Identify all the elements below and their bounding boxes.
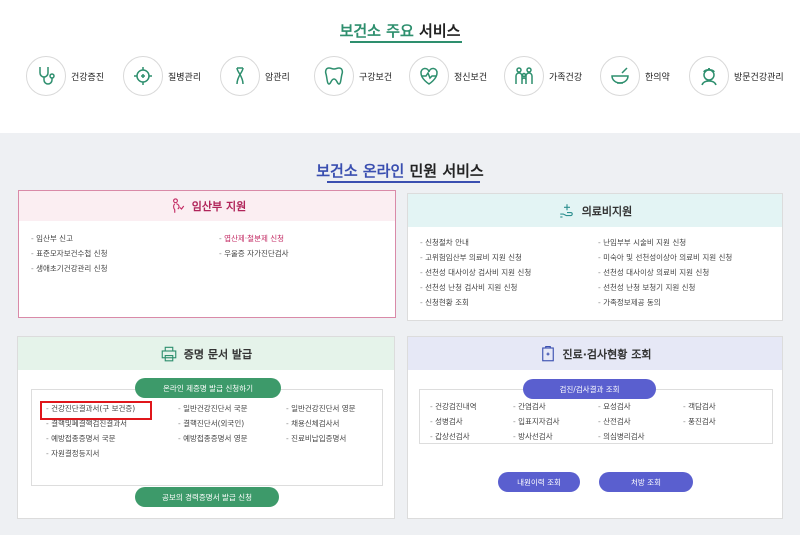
mortar-icon xyxy=(600,56,640,96)
exam-result-lookup-button[interactable]: 검진/검사결과 조회 xyxy=(523,379,656,399)
list-item[interactable]: 엽산제·철분제 신청 xyxy=(219,231,289,246)
service-oriental-medicine[interactable]: 한의약 xyxy=(600,56,670,96)
list-item[interactable]: 의심병리검사 xyxy=(598,429,644,444)
list-item[interactable]: 요성검사 xyxy=(598,399,645,414)
exams-list-col-2: 간염검사 입표지자검사 방사선검사 xyxy=(513,399,560,444)
list-item[interactable]: 선천성 대사이상 의료비 지원 신청 xyxy=(598,265,732,280)
title-underline xyxy=(350,41,462,43)
list-item[interactable]: 건강검진내역 xyxy=(430,399,476,414)
exam-status-card: 진료·검사현황 조회 검진/검사결과 조회 건강검진내역 성병검사 갑상선검사 … xyxy=(407,336,783,519)
list-item[interactable]: 객담검사 xyxy=(683,399,716,414)
service-disease-control[interactable]: 질병관리 xyxy=(123,56,201,96)
list-item[interactable]: 채용신체검사서 xyxy=(286,416,356,431)
online-certificate-apply-button[interactable]: 온라인 제증명 발급 신청하기 xyxy=(135,378,281,398)
highlight-box xyxy=(40,401,152,420)
pregnancy-support-card: 임산부 지원 임산부 신고 표준모자보건수첩 신청 생애초기건강관리 신청 엽산… xyxy=(18,190,396,318)
service-health-promotion[interactable]: 건강증진 xyxy=(26,56,104,96)
service-icon-row: 건강증진 질병관리 암관리 구강보건 정신보건 가족건강 한의약 방문건강관리 xyxy=(26,56,796,96)
certificate-issuance-card: 증명 문서 발급 온라인 제증명 발급 신청하기 건강진단결과서(구 보건증) … xyxy=(17,336,395,519)
nurse-icon xyxy=(689,56,729,96)
exams-card-header: 진료·검사현황 조회 xyxy=(408,337,782,370)
list-item[interactable]: 방사선검사 xyxy=(513,429,560,444)
tooth-icon xyxy=(314,56,354,96)
prescription-lookup-button[interactable]: 처방 조회 xyxy=(599,472,693,492)
list-item[interactable]: 표준모자보건수첩 신청 xyxy=(31,246,107,261)
exams-list-col-3: 요성검사 산전검사 의심병리검사 xyxy=(598,399,645,444)
exams-list-col-1: 건강검진내역 성병검사 갑상선검사 xyxy=(430,399,477,444)
list-item[interactable]: 가족정보제공 동의 xyxy=(598,295,732,310)
documents-list-col-3: 일반건강진단서 영문 채용신체검사서 진료비납입증명서 xyxy=(286,401,356,446)
virus-icon xyxy=(123,56,163,96)
list-item[interactable]: 고위험임산부 의료비 지원 신청 xyxy=(420,250,531,265)
list-item[interactable]: 신청절차 안내 xyxy=(420,235,531,250)
ribbon-icon xyxy=(220,56,260,96)
list-item[interactable]: 일반건강진단서 국문 xyxy=(178,401,247,416)
medical-list-right: 난임부부 시술비 지원 신청 미숙아 및 선천성이상아 의료비 지원 신청 선천… xyxy=(598,235,732,310)
pregnancy-list-left: 임산부 신고 표준모자보건수첩 신청 생애초기건강관리 신청 xyxy=(31,231,107,276)
exams-list-col-4: 객담검사 풍진검사 xyxy=(683,399,716,429)
medical-expense-card: 의료비지원 신청절차 안내 고위험임산부 의료비 지원 신청 선천성 대사이상 … xyxy=(407,193,783,321)
documents-card-title: 증명 문서 발급 xyxy=(183,347,253,361)
pregnancy-card-header: 임산부 지원 xyxy=(19,191,395,221)
printer-icon xyxy=(161,346,177,361)
list-item[interactable]: 예방접종증명서 영문 xyxy=(178,431,247,446)
exams-card-title: 진료·검사현황 조회 xyxy=(562,347,652,361)
list-item[interactable]: 생애초기건강관리 신청 xyxy=(31,261,107,276)
list-item[interactable]: 진료비납입증명서 xyxy=(286,431,356,446)
online-services-title: 보건소 온라인 민원 서비스 xyxy=(0,160,800,183)
service-mental-health[interactable]: 정신보건 xyxy=(409,56,487,96)
list-item[interactable]: 선천성 난청 보청기 지원 신청 xyxy=(598,280,732,295)
list-item[interactable]: 우울증 자가진단검사 xyxy=(219,246,288,261)
documents-card-header: 증명 문서 발급 xyxy=(18,337,394,370)
service-family-health[interactable]: 가족건강 xyxy=(504,56,582,96)
hand-plus-icon xyxy=(559,203,573,218)
visit-history-button[interactable]: 내원이력 조회 xyxy=(498,472,580,492)
family-icon xyxy=(504,56,544,96)
stethoscope-icon xyxy=(26,56,66,96)
list-item[interactable]: 풍진검사 xyxy=(683,414,716,429)
list-item[interactable]: 난임부부 시술비 지원 신청 xyxy=(598,235,732,250)
list-item[interactable]: 선천성 난청 검사비 지원 신청 xyxy=(420,280,531,295)
pregnancy-card-title: 임산부 지원 xyxy=(191,200,247,213)
list-item[interactable]: 임산부 신고 xyxy=(31,231,107,246)
list-item[interactable]: 입표지자검사 xyxy=(513,414,559,429)
main-services-title: 보건소 주요 서비스 xyxy=(0,20,800,43)
list-item[interactable]: 간염검사 xyxy=(513,399,560,414)
list-item[interactable]: 성병검사 xyxy=(430,414,477,429)
list-item[interactable]: 미숙아 및 선천성이상아 의료비 지원 신청 xyxy=(598,250,732,265)
pregnancy-list-right: 엽산제·철분제 신청 우울증 자가진단검사 xyxy=(219,231,289,261)
list-item[interactable]: 결핵진단서(외국인) xyxy=(178,416,248,431)
list-item[interactable]: 선천성 대사이상 검사비 지원 신청 xyxy=(420,265,531,280)
service-cancer-care[interactable]: 암관리 xyxy=(220,56,290,96)
documents-list-col-2: 일반건강진단서 국문 결핵진단서(외국인) 예방접종증명서 영문 xyxy=(178,401,248,446)
clipboard-icon xyxy=(541,345,554,361)
medical-list-left: 신청절차 안내 고위험임산부 의료비 지원 신청 선천성 대사이상 검사비 지원… xyxy=(420,235,531,310)
pregnant-woman-icon xyxy=(172,198,184,213)
title-underline xyxy=(327,181,480,183)
list-item[interactable]: 자원결정등지서 xyxy=(46,446,135,461)
list-item[interactable]: 예방접종증명서 국문 xyxy=(46,431,135,446)
career-certificate-apply-button[interactable]: 공보의 경력증명서 발급 신청 xyxy=(135,487,279,507)
online-services-section: 보건소 온라인 민원 서비스 임산부 지원 임산부 신고 표준모자보건수첩 신청… xyxy=(0,133,800,535)
list-item[interactable]: 산전검사 xyxy=(598,414,645,429)
main-services-section: 보건소 주요 서비스 건강증진 질병관리 암관리 구강보건 정신보건 가족건강 xyxy=(0,0,800,133)
list-item[interactable]: 일반건강진단서 영문 xyxy=(286,401,355,416)
service-dental-health[interactable]: 구강보건 xyxy=(314,56,392,96)
heart-pulse-icon xyxy=(409,56,449,96)
medical-card-title: 의료비지원 xyxy=(581,204,633,218)
medical-card-header: 의료비지원 xyxy=(408,194,782,227)
list-item[interactable]: 갑상선검사 xyxy=(430,429,477,444)
service-home-visit-care[interactable]: 방문건강관리 xyxy=(689,56,784,96)
list-item[interactable]: 신청현황 조회 xyxy=(420,295,531,310)
